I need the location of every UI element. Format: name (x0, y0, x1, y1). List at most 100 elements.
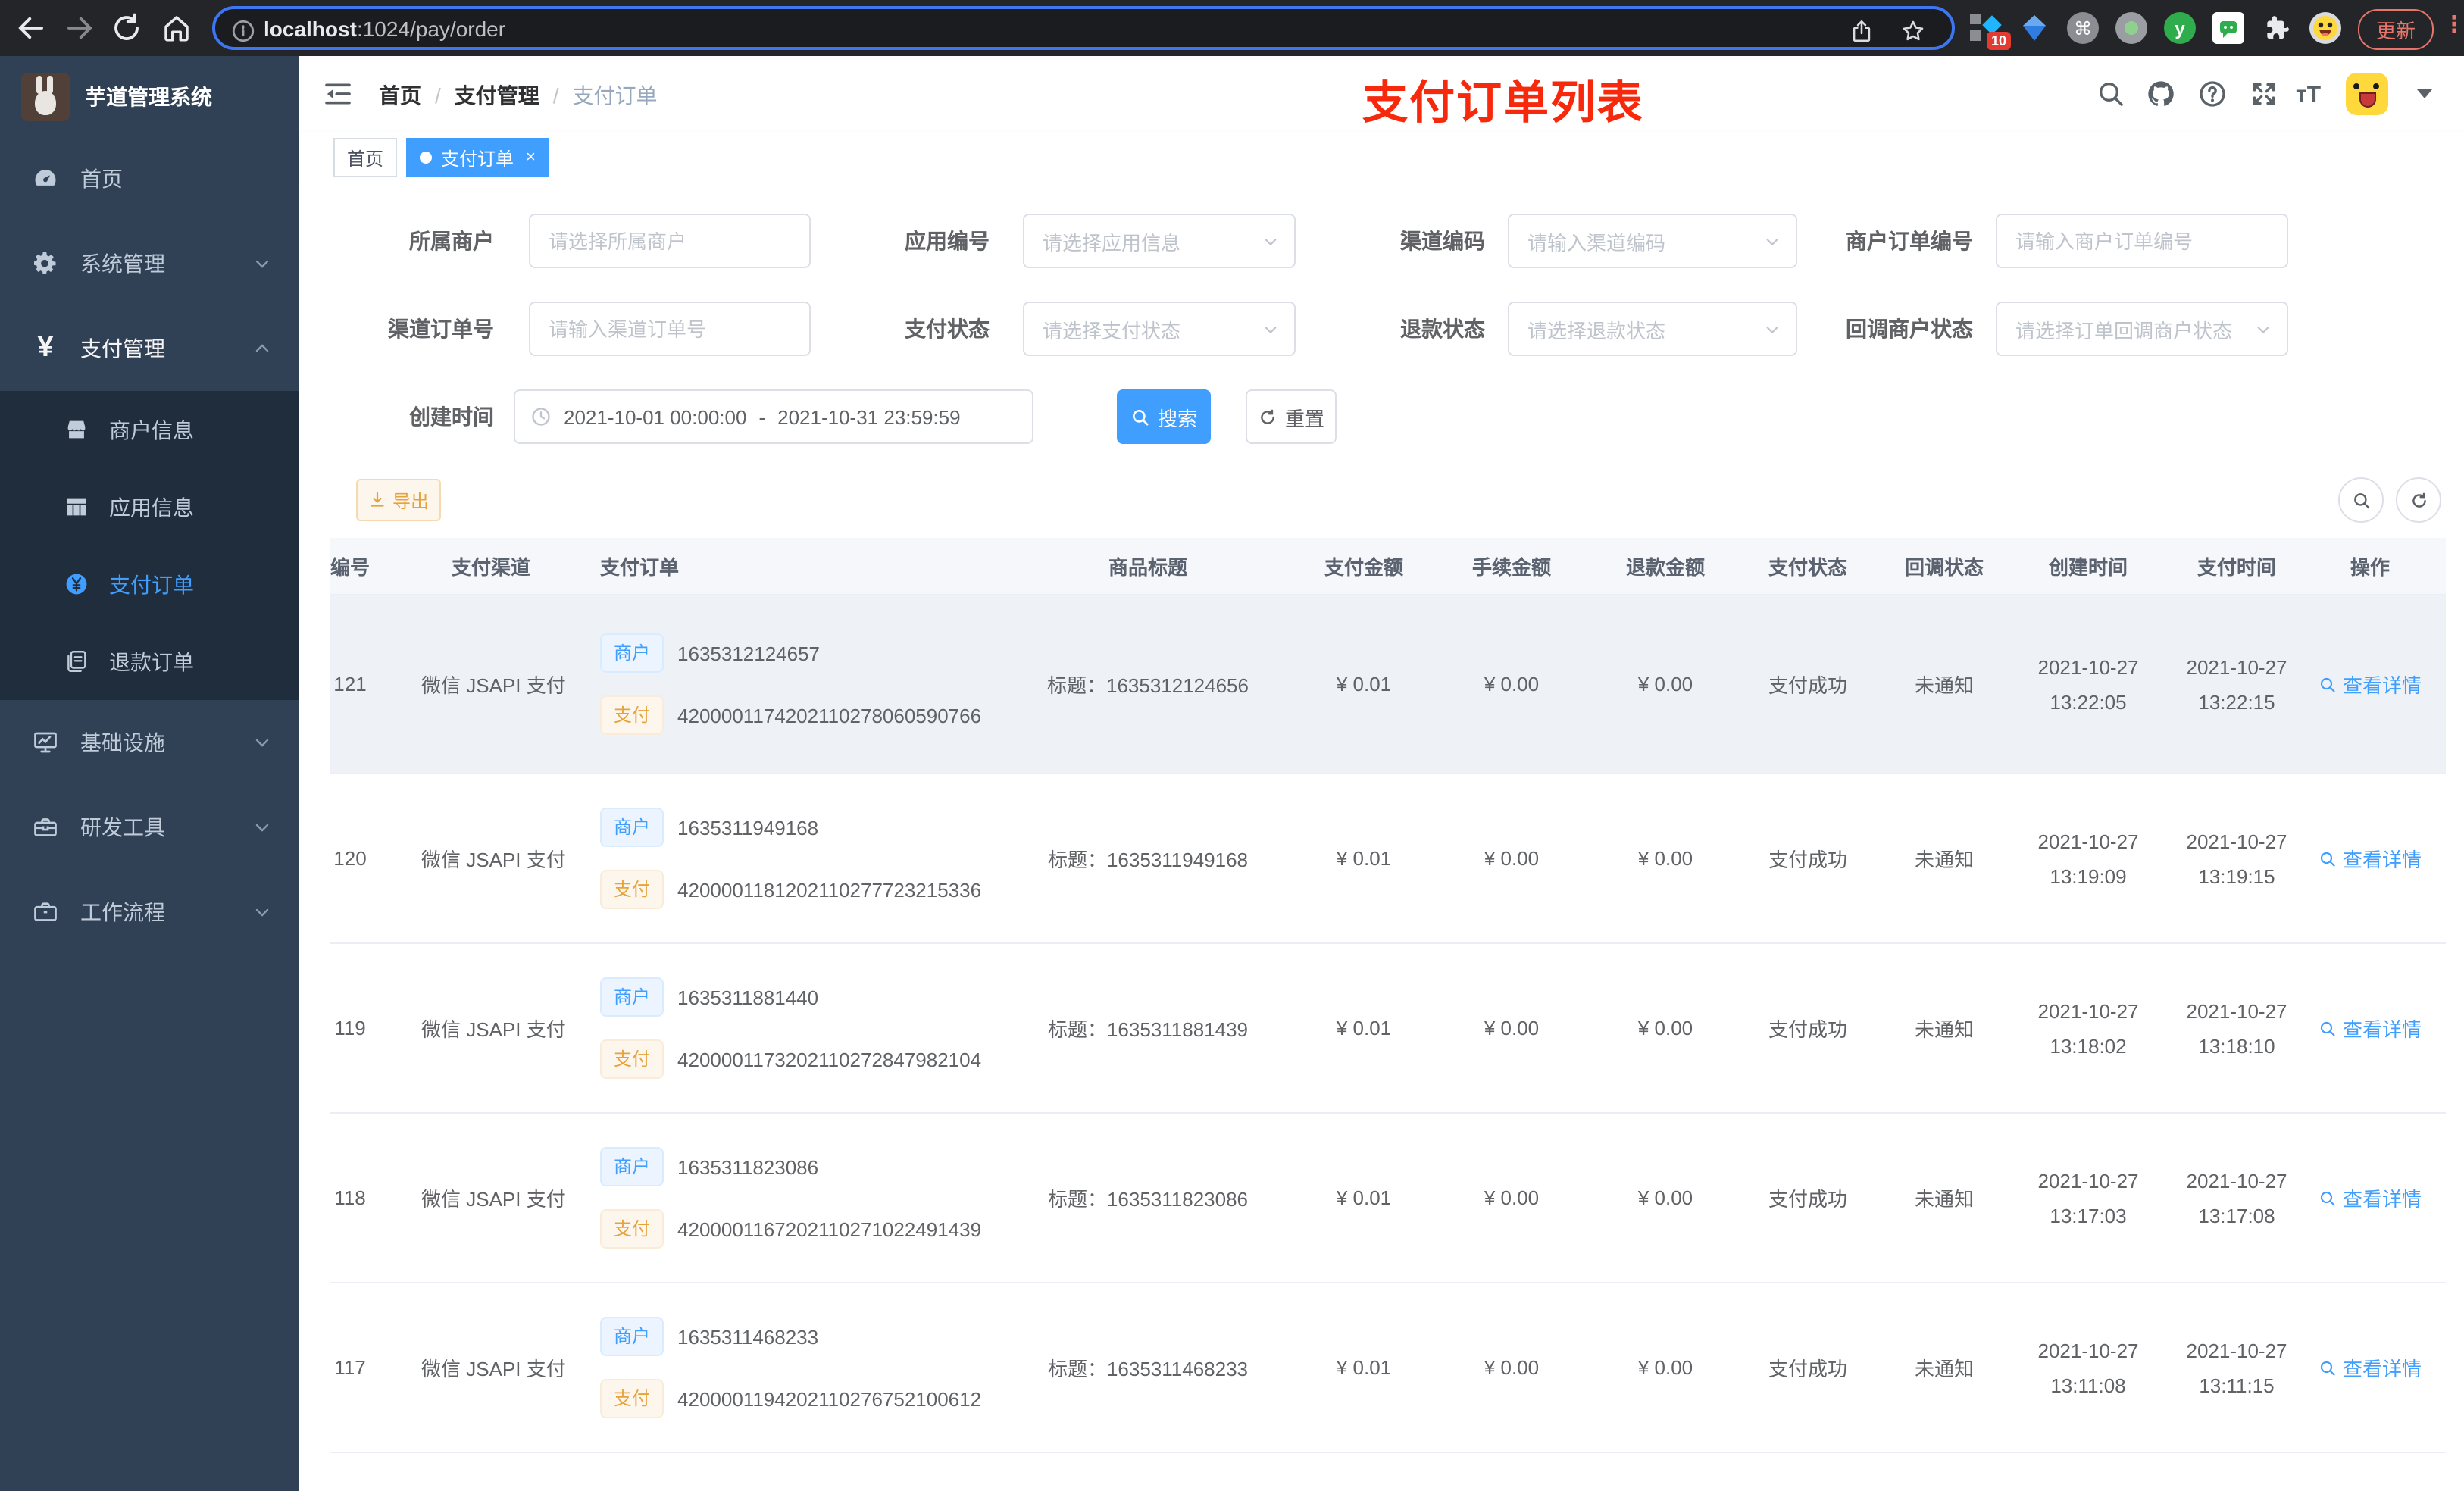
reset-button[interactable]: 重置 (1246, 389, 1337, 444)
refresh-icon (1261, 408, 1274, 424)
cell-amount: ¥ 0.01 (1336, 847, 1392, 870)
address-bar[interactable]: localhost:1024/pay/order (212, 6, 1955, 50)
col-callback-status: 回调状态 (1904, 556, 1984, 579)
cell-id: 121 (333, 673, 367, 695)
sidebar-item-workflow[interactable]: 工作流程 (0, 870, 299, 955)
extension-y-icon[interactable]: y (2164, 12, 2196, 44)
cell-pay-status: 支付成功 (1768, 1188, 1847, 1211)
table-row-partial: 商户 1635311954796 (330, 1453, 2446, 1491)
help-icon[interactable] (2197, 79, 2228, 109)
magnifier-icon (2320, 677, 2335, 692)
table-body: 121 微信 JSAPI 支付 商户 1635312124657 支付 4200… (330, 595, 2446, 1453)
channel-order-input[interactable] (529, 302, 811, 356)
cell-title: 标题：1635311949168 (1047, 849, 1249, 871)
sidebar-item-refund-order[interactable]: 退款订单 (0, 623, 299, 700)
page-title: 支付订单列表 (1362, 79, 1644, 129)
extensions-puzzle-icon[interactable] (2261, 12, 2293, 44)
export-button[interactable]: 导出 (356, 479, 441, 521)
extension-diamond-icon[interactable]: 10 (1970, 12, 2011, 50)
extension-chat-icon[interactable] (2212, 12, 2244, 44)
app-root: localhost:1024/pay/order 10 ⌘ y 更新 ⋮ 芋道管… (0, 0, 2464, 1491)
avatar[interactable] (2346, 73, 2388, 115)
sidebar-item-app-info[interactable]: 应用信息 (0, 468, 299, 545)
cell-pay-status: 支付成功 (1768, 1358, 1847, 1380)
browser-update-button[interactable]: 更新 (2358, 9, 2434, 50)
browser-reload-icon[interactable] (111, 12, 142, 44)
browser-back-icon[interactable] (15, 12, 47, 44)
chevron-down-icon (2257, 326, 2269, 333)
cell-create-time: 2021-10-27 13:18:02 (2037, 999, 2139, 1057)
browser-home-icon[interactable] (161, 12, 192, 44)
search-icon (2353, 492, 2369, 508)
breadcrumb-section[interactable]: 支付管理 (455, 80, 539, 111)
bookmark-star-icon[interactable] (1900, 18, 1926, 44)
refresh-table-button[interactable] (2396, 477, 2441, 523)
merchant-badge: 商户 (600, 1317, 664, 1356)
view-detail-link[interactable]: 查看详情 (2319, 1183, 2422, 1212)
cell-channel: 微信 JSAPI 支付 (421, 1358, 566, 1380)
extension-kite-icon[interactable] (2018, 12, 2050, 44)
tags-view-bar: 首页 支付订单 × (299, 132, 2464, 185)
cell-amount: ¥ 0.01 (1336, 1186, 1392, 1209)
github-icon[interactable] (2146, 79, 2176, 109)
merchant-order-input[interactable] (1996, 214, 2288, 268)
sidebar-item-merchant-info[interactable]: 商户信息 (0, 391, 299, 468)
cell-id: 118 (334, 1186, 366, 1209)
tab-home[interactable]: 首页 (333, 138, 398, 177)
sidebar-item-pay-order[interactable]: 支付订单 (0, 545, 299, 623)
sidebar-item-payment[interactable]: ¥ 支付管理 (0, 306, 299, 391)
view-detail-link[interactable]: 查看详情 (2319, 670, 2422, 699)
filter-channel-code: 渠道编码 请输入渠道编码 (1273, 214, 1797, 268)
logo-block[interactable]: 芋道管理系统 (0, 56, 299, 136)
monitor-icon (34, 732, 57, 753)
sidebar-item-infra[interactable]: 基础设施 (0, 700, 299, 785)
merchant-badge: 商户 (600, 808, 664, 847)
extension-command-icon[interactable]: ⌘ (2067, 12, 2099, 44)
merchant-order-no: 1635311823086 (677, 1155, 819, 1178)
sidebar-item-home[interactable]: 首页 (0, 136, 299, 221)
clock-icon (532, 408, 550, 426)
sidebar-fold-icon[interactable] (323, 79, 353, 109)
fullscreen-icon[interactable] (2249, 79, 2279, 109)
share-icon[interactable] (1849, 18, 1875, 44)
pay-status-select[interactable]: 请选择支付状态 (1023, 302, 1296, 356)
pay-order-no: 4200001174202110278060590766 (677, 704, 982, 727)
search-icon[interactable] (2096, 79, 2126, 109)
tab-close-icon[interactable]: × (526, 148, 536, 166)
filter-app: 应用编号 请选择应用信息 (777, 214, 1296, 268)
magnifier-icon (2320, 851, 2335, 866)
browser-forward-icon[interactable] (64, 12, 95, 44)
font-size-icon[interactable]: тT (2296, 82, 2326, 112)
view-detail-link[interactable]: 查看详情 (2319, 1014, 2422, 1042)
url-text: localhost:1024/pay/order (264, 16, 505, 40)
cell-actions: 查看详情 (2309, 1014, 2431, 1042)
site-info-icon[interactable] (230, 18, 256, 44)
chevron-down-icon (255, 260, 269, 268)
chevron-down-icon (255, 739, 269, 747)
sidebar-item-dev-tools[interactable]: 研发工具 (0, 785, 299, 870)
col-fee: 手续金额 (1471, 556, 1551, 579)
view-detail-link[interactable]: 查看详情 (2319, 1353, 2422, 1382)
merchant-select-input[interactable] (529, 214, 811, 268)
cell-title: 标题：1635312124656 (1047, 674, 1249, 697)
search-button[interactable]: 搜索 (1117, 389, 1211, 444)
app-select[interactable]: 请选择应用信息 (1023, 214, 1296, 268)
cell-pay-time: 2021-10-27 13:11:15 (2186, 1339, 2287, 1396)
tab-pay-order[interactable]: 支付订单 × (406, 138, 549, 177)
breadcrumb-home[interactable]: 首页 (379, 80, 421, 111)
toggle-search-button[interactable] (2338, 477, 2384, 523)
extension-dot-icon[interactable] (2115, 12, 2147, 44)
callback-status-select[interactable]: 请选择订单回调商户状态 (1996, 302, 2288, 356)
cell-pay-status: 支付成功 (1768, 1018, 1847, 1041)
sidebar-item-system[interactable]: 系统管理 (0, 221, 299, 306)
avatar-caret-icon[interactable] (2417, 89, 2432, 98)
pay-badge: 支付 (600, 695, 664, 735)
extensions-row: 10 ⌘ y (1970, 6, 2341, 50)
view-detail-link[interactable]: 查看详情 (2319, 844, 2422, 873)
browser-menu-icon[interactable]: ⋮ (2443, 11, 2464, 38)
cell-actions: 查看详情 (2309, 1353, 2431, 1382)
profile-emoji-icon[interactable] (2309, 12, 2341, 44)
date-range-picker[interactable]: 2021-10-01 00:00:00 - 2021-10-31 23:59:5… (514, 389, 1033, 444)
yen-icon: ¥ (37, 332, 54, 364)
cell-pay-order: 商户 1635312124657 支付 42000011742021102780… (561, 633, 1000, 735)
